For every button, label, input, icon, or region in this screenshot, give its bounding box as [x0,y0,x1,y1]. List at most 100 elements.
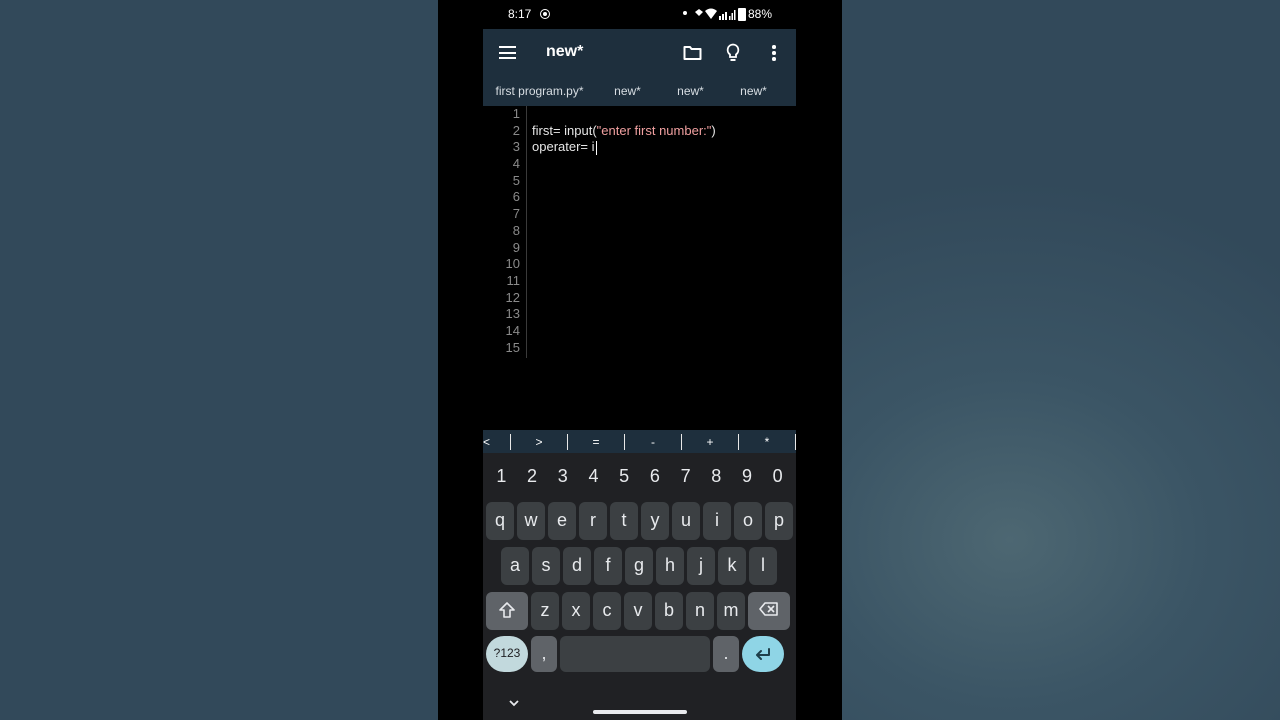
line-number: 3 [512,139,520,155]
key-p[interactable]: p [765,502,793,540]
key-b[interactable]: b [655,592,683,630]
line-number: 11 [506,272,521,288]
symbol-key-less-than[interactable]: < [483,434,511,450]
key-e[interactable]: e [548,502,576,540]
symbol-key-asterisk[interactable]: * [739,434,796,450]
code-token: ) [711,122,716,138]
line-number: 5 [512,172,520,188]
code-token: operater= i [532,139,595,155]
shift-icon [499,602,515,618]
line-number: 8 [512,222,520,238]
more-options-icon[interactable] [772,45,776,61]
tab-new-2[interactable]: new* [659,76,722,106]
symbol-key-minus[interactable]: - [625,434,682,450]
hamburger-menu-icon[interactable] [499,46,516,59]
key-r[interactable]: r [579,502,607,540]
key-9[interactable]: 9 [732,462,763,490]
battery-icon [738,8,746,21]
key-d[interactable]: d [563,547,591,585]
key-v[interactable]: v [624,592,652,630]
key-j[interactable]: j [687,547,715,585]
line-number: 13 [505,306,520,322]
line-number: 12 [505,289,520,305]
key-s[interactable]: s [532,547,560,585]
code-editor-app: new* first program.py* new* new* new* 1 … [483,29,796,720]
line-number: 2 [512,122,520,138]
line-number-gutter: 1 2 3 4 5 6 7 8 9 10 11 12 13 14 15 [483,106,520,356]
key-c[interactable]: c [593,592,621,630]
key-i[interactable]: i [703,502,731,540]
line-number: 7 [512,206,520,222]
code-token: first= input( [532,122,597,138]
enter-icon [756,648,770,660]
key-0[interactable]: 0 [762,462,793,490]
text-cursor [595,140,597,155]
line-number: 14 [505,322,520,338]
symbols-key[interactable]: ?123 [486,636,528,672]
notification-dot-icon [683,11,687,15]
key-t[interactable]: t [610,502,638,540]
tab-first-program[interactable]: first program.py* [483,76,596,106]
key-2[interactable]: 2 [517,462,548,490]
line-number: 6 [512,189,520,205]
space-key[interactable] [560,636,710,672]
key-k[interactable]: k [718,547,746,585]
key-f[interactable]: f [594,547,622,585]
string-literal: "enter first number:" [596,122,712,138]
number-row: 1 2 3 4 5 6 7 8 9 0 [486,462,793,490]
keyboard-row-2: a s d f g h j k l [501,547,780,585]
key-4[interactable]: 4 [578,462,609,490]
tab-new-1[interactable]: new* [596,76,659,106]
code-line-3: operater= i [532,139,716,156]
line-number: 9 [512,239,520,255]
code-lines: first= input("enter first number:") oper… [532,106,716,156]
battery-percent: 88% [748,7,773,21]
key-o[interactable]: o [734,502,762,540]
key-l[interactable]: l [749,547,777,585]
key-m[interactable]: m [717,592,745,630]
key-3[interactable]: 3 [547,462,578,490]
key-6[interactable]: 6 [640,462,671,490]
shift-key[interactable] [486,592,528,630]
line-number: 15 [505,339,520,355]
enter-key[interactable] [742,636,784,672]
key-1[interactable]: 1 [486,462,517,490]
keyboard-row-4: ?123 , . [486,636,787,672]
hide-keyboard-chevron-down-icon[interactable] [508,699,520,707]
key-x[interactable]: x [562,592,590,630]
comma-key[interactable]: , [531,636,557,672]
key-w[interactable]: w [517,502,545,540]
code-line-2: first= input("enter first number:") [532,123,716,140]
key-y[interactable]: y [641,502,669,540]
line-number: 1 [512,106,520,121]
keyboard-row-3: z x c v b n m [486,592,793,630]
file-tabs: first program.py* new* new* new* [483,76,796,106]
backspace-key[interactable] [748,592,790,630]
key-z[interactable]: z [531,592,559,630]
screen-record-icon [540,9,550,19]
gesture-nav-bar[interactable] [593,710,687,714]
key-a[interactable]: a [501,547,529,585]
file-title: new* [546,43,584,60]
period-key[interactable]: . [713,636,739,672]
symbol-key-greater-than[interactable]: > [511,434,568,450]
status-time: 8:17 [508,7,532,21]
symbol-key-equals[interactable]: = [568,434,625,450]
key-7[interactable]: 7 [670,462,701,490]
key-8[interactable]: 8 [701,462,732,490]
folder-icon[interactable] [683,45,702,61]
code-editor-area[interactable]: 1 2 3 4 5 6 7 8 9 10 11 12 13 14 15 firs… [483,106,796,511]
gutter-divider [526,106,527,358]
key-n[interactable]: n [686,592,714,630]
lightbulb-icon[interactable] [726,43,740,63]
key-h[interactable]: h [656,547,684,585]
symbol-key-plus[interactable]: + [682,434,739,450]
symbol-bar: < > = - + * [483,430,796,453]
key-u[interactable]: u [672,502,700,540]
key-5[interactable]: 5 [609,462,640,490]
key-g[interactable]: g [625,547,653,585]
tab-new-3[interactable]: new* [722,76,785,106]
line-number: 4 [512,156,520,172]
key-q[interactable]: q [486,502,514,540]
